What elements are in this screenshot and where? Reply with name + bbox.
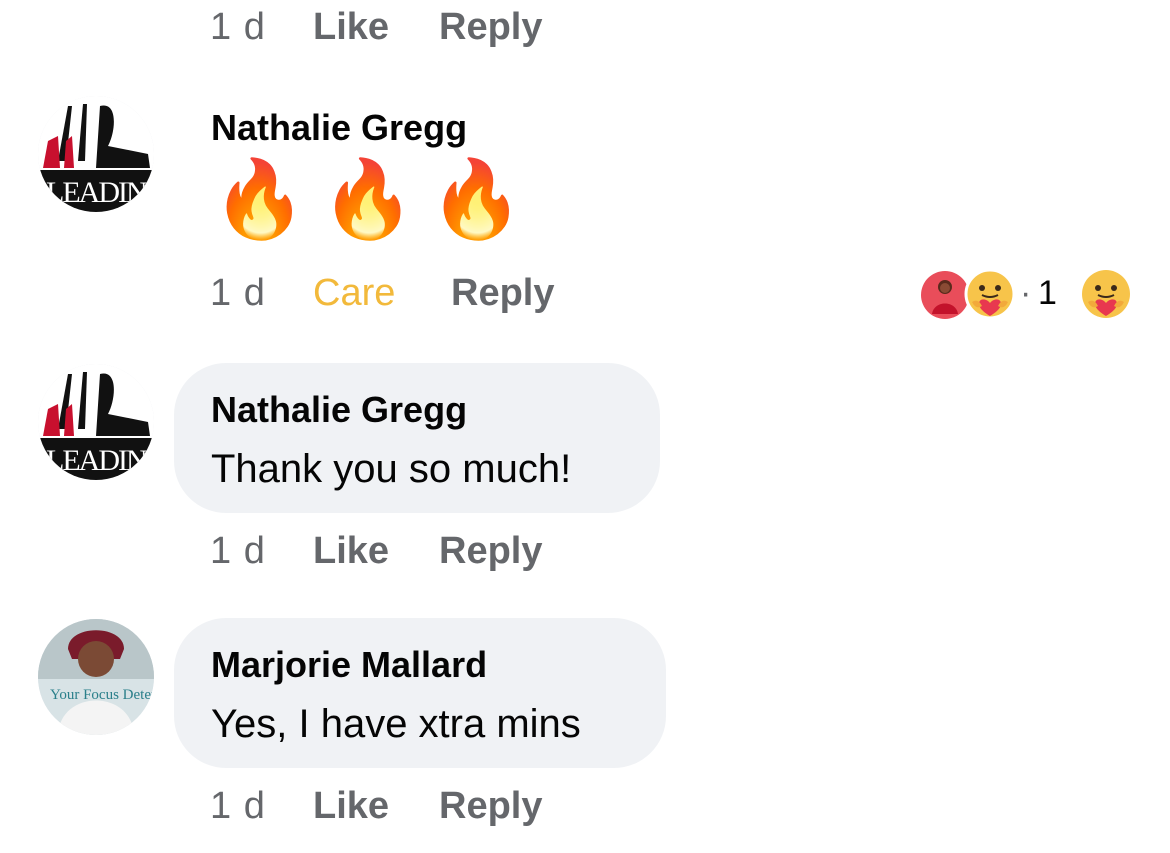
leading-logo-icon: LEADING: [38, 364, 154, 480]
svg-text:LEADING: LEADING: [46, 444, 154, 477]
care-emoji-icon[interactable]: [1080, 268, 1132, 320]
author-name[interactable]: Nathalie Gregg: [211, 108, 467, 148]
like-button[interactable]: Like: [313, 787, 389, 825]
timestamp: 1 d: [210, 785, 266, 827]
like-button[interactable]: Like: [313, 8, 389, 46]
avatar[interactable]: Your Focus Determines: [38, 619, 154, 735]
profile-photo-icon: Your Focus Determines: [38, 619, 154, 735]
avatar[interactable]: LEADING: [38, 96, 154, 212]
reaction-count: 1: [1038, 274, 1057, 312]
reply-button[interactable]: Reply: [451, 274, 554, 312]
like-button[interactable]: Like: [313, 532, 389, 570]
svg-text:Your Focus Determines: Your Focus Determines: [50, 687, 154, 703]
timestamp: 1 d: [210, 272, 266, 314]
profile-photo-icon: [921, 271, 969, 319]
reaction-summary[interactable]: · 1: [920, 268, 1140, 320]
svg-text:LEADING: LEADING: [46, 176, 154, 209]
comment-text: Thank you so much!: [211, 447, 572, 491]
comment-text: Yes, I have xtra mins: [211, 702, 581, 746]
avatar[interactable]: LEADING: [38, 364, 154, 480]
timestamp: 1 d: [210, 6, 266, 48]
reply-button[interactable]: Reply: [439, 787, 542, 825]
leading-logo-icon: LEADING: [38, 96, 154, 212]
reply-button[interactable]: Reply: [439, 532, 542, 570]
care-emoji-icon: [964, 268, 1016, 320]
author-name[interactable]: Nathalie Gregg: [211, 390, 467, 430]
care-reaction-button[interactable]: Care: [313, 274, 395, 312]
reply-button[interactable]: Reply: [439, 8, 542, 46]
reaction-separator: ·: [1020, 274, 1032, 312]
timestamp: 1 d: [210, 530, 266, 572]
author-name[interactable]: Marjorie Mallard: [211, 645, 487, 685]
comment-emoji-text: 🔥🔥🔥: [212, 157, 538, 242]
